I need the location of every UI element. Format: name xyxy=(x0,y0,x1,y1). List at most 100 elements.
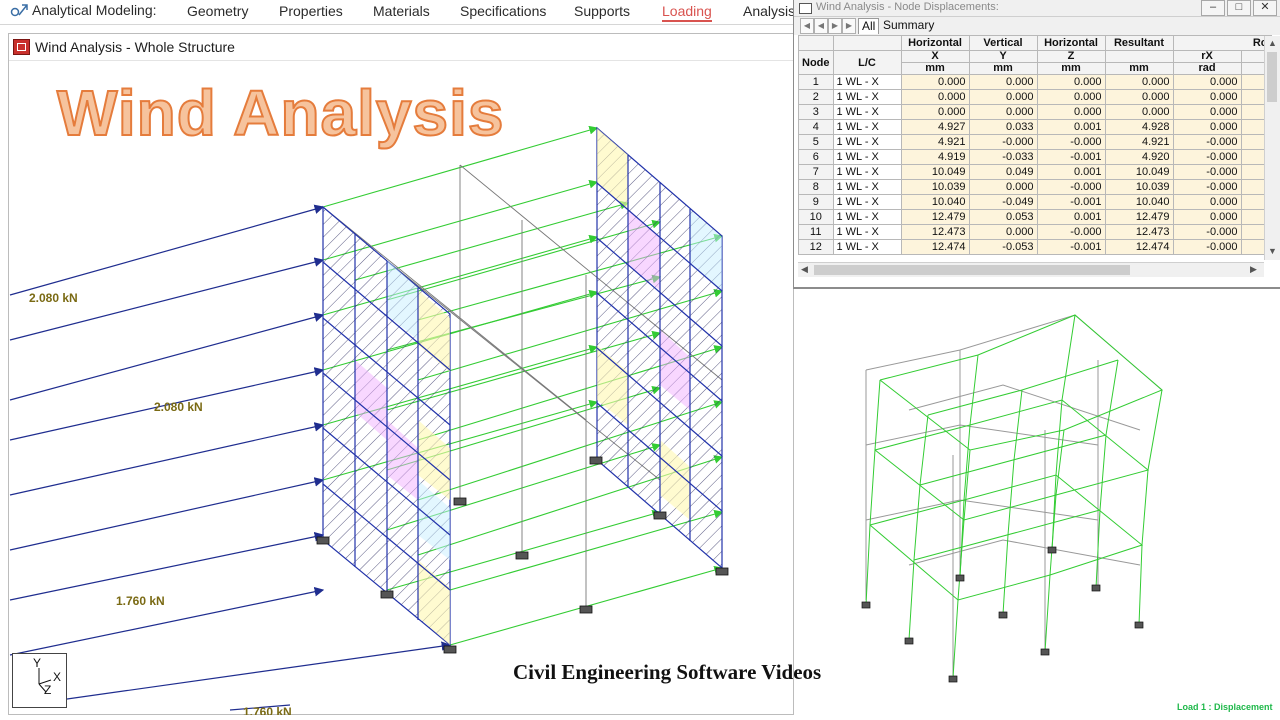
value-cell[interactable]: 12.479 xyxy=(1104,209,1174,225)
value-cell[interactable]: 0.000 xyxy=(968,74,1038,90)
value-cell[interactable]: 0.000 xyxy=(968,179,1038,195)
node-cell[interactable]: 1 xyxy=(798,74,834,90)
value-cell[interactable]: 4.927 xyxy=(900,119,970,135)
vertical-scroll-thumb[interactable] xyxy=(1267,52,1277,102)
value-cell[interactable]: 4.928 xyxy=(1104,119,1174,135)
value-cell[interactable]: 0.000 xyxy=(900,89,970,105)
node-displacement-window[interactable]: Wind Analysis - Node Displacements: – □ … xyxy=(793,0,1280,289)
node-cell[interactable]: 7 xyxy=(798,164,834,180)
value-cell[interactable]: 10.049 xyxy=(1104,164,1174,180)
value-cell[interactable]: 0.000 xyxy=(968,224,1038,240)
value-cell[interactable]: 10.040 xyxy=(1104,194,1174,210)
node-cell[interactable]: 10 xyxy=(798,209,834,225)
load-case-cell[interactable]: 1 WL - X xyxy=(832,209,902,225)
node-cell[interactable]: 11 xyxy=(798,224,834,240)
node-cell[interactable]: 4 xyxy=(798,119,834,135)
maximize-button[interactable]: □ xyxy=(1227,0,1251,16)
table-row[interactable]: 11 1 WL - X 12.473 0.000 -0.000 12.473 -0.000 xyxy=(798,224,1272,240)
value-cell[interactable]: -0.000 xyxy=(1036,134,1106,150)
load-case-cell[interactable]: 1 WL - X xyxy=(832,89,902,105)
load-case-cell[interactable]: 1 WL - X xyxy=(832,164,902,180)
value-cell[interactable]: 0.053 xyxy=(968,209,1038,225)
header-rotational[interactable]: Ro xyxy=(1172,35,1272,51)
first-tab-icon[interactable]: ◀ xyxy=(800,18,814,34)
value-cell[interactable]: 0.001 xyxy=(1036,119,1106,135)
scroll-up-icon[interactable]: ▲ xyxy=(1268,38,1277,48)
scroll-right-icon[interactable]: ▶ xyxy=(1250,264,1257,275)
value-cell[interactable]: 0.001 xyxy=(1036,209,1106,225)
horizontal-scroll-thumb[interactable] xyxy=(814,265,1130,275)
value-cell[interactable]: -0.001 xyxy=(1036,239,1106,255)
value-cell[interactable]: -0.000 xyxy=(1036,224,1106,240)
value-cell[interactable]: -0.049 xyxy=(968,194,1038,210)
table-row[interactable]: 21 WL - X 0.000 0.000 0.000 0.000 0.000 xyxy=(798,89,1272,105)
value-cell[interactable]: 4.919 xyxy=(900,149,970,165)
header-node[interactable]: Node xyxy=(798,50,834,75)
node-cell[interactable]: 8 xyxy=(798,179,834,195)
value-cell[interactable]: 0.000 xyxy=(1036,74,1106,90)
header-vertical-y[interactable]: Vertical xyxy=(968,35,1038,51)
load-case-cell[interactable]: 1 WL - X xyxy=(832,119,902,135)
value-cell[interactable]: -0.000 xyxy=(1172,134,1242,150)
tab-all[interactable]: All xyxy=(858,18,880,34)
value-cell[interactable]: 10.049 xyxy=(900,164,970,180)
value-cell[interactable]: 0.000 xyxy=(968,89,1038,105)
table-row[interactable]: 71 WL - X 10.049 0.049 0.001 10.049 -0.000 xyxy=(798,164,1272,180)
value-cell[interactable]: -0.000 xyxy=(1172,179,1242,195)
node-cell[interactable]: 5 xyxy=(798,134,834,150)
table-row[interactable]: 91 WL - X 10.040 -0.049 -0.001 10.040 0.000 xyxy=(798,194,1272,210)
scroll-left-icon[interactable]: ◀ xyxy=(801,264,808,275)
value-cell[interactable]: 0.000 xyxy=(1104,74,1174,90)
horizontal-scrollbar[interactable]: ◀ ▶ xyxy=(798,262,1264,277)
value-cell[interactable]: -0.001 xyxy=(1036,149,1106,165)
next-tab-icon[interactable]: ▶ xyxy=(828,18,842,34)
value-cell[interactable]: 4.921 xyxy=(1104,134,1174,150)
value-cell[interactable]: 12.479 xyxy=(900,209,970,225)
value-cell[interactable]: 4.920 xyxy=(1104,149,1174,165)
load-case-cell[interactable]: 1 WL - X xyxy=(832,134,902,150)
load-case-cell[interactable]: 1 WL - X xyxy=(832,74,902,90)
table-row[interactable]: 11 WL - X 0.000 0.000 0.000 0.000 0.000 xyxy=(798,74,1272,90)
vertical-scrollbar[interactable]: ▲ ▼ xyxy=(1264,36,1280,260)
value-cell[interactable]: 0.000 xyxy=(900,74,970,90)
scroll-down-icon[interactable]: ▼ xyxy=(1268,246,1277,256)
last-tab-icon[interactable]: ▶ xyxy=(842,18,856,34)
value-cell[interactable]: 0.000 xyxy=(1172,119,1242,135)
value-cell[interactable]: -0.000 xyxy=(968,134,1038,150)
minimize-button[interactable]: – xyxy=(1201,0,1225,16)
value-cell[interactable]: 0.000 xyxy=(1036,104,1106,120)
node-cell[interactable]: 3 xyxy=(798,104,834,120)
value-cell[interactable]: 0.000 xyxy=(1104,104,1174,120)
value-cell[interactable]: 0.001 xyxy=(1036,164,1106,180)
value-cell[interactable]: 12.474 xyxy=(1104,239,1174,255)
value-cell[interactable]: 0.000 xyxy=(900,104,970,120)
value-cell[interactable]: 0.000 xyxy=(1172,89,1242,105)
table-row[interactable]: 10 1 WL - X 12.479 0.053 0.001 12.479 0.000 xyxy=(798,209,1272,225)
value-cell[interactable]: 4.921 xyxy=(900,134,970,150)
value-cell[interactable]: 0.049 xyxy=(968,164,1038,180)
node-cell[interactable]: 9 xyxy=(798,194,834,210)
tab-summary[interactable]: Summary xyxy=(880,18,937,33)
value-cell[interactable]: -0.000 xyxy=(1036,179,1106,195)
close-button[interactable]: ✕ xyxy=(1253,0,1277,16)
prev-tab-icon[interactable]: ◀ xyxy=(814,18,828,34)
value-cell[interactable]: 12.473 xyxy=(1104,224,1174,240)
load-case-cell[interactable]: 1 WL - X xyxy=(832,149,902,165)
value-cell[interactable]: 10.040 xyxy=(900,194,970,210)
table-row[interactable]: 31 WL - X 0.000 0.000 0.000 0.000 0.000 xyxy=(798,104,1272,120)
value-cell[interactable]: 10.039 xyxy=(900,179,970,195)
table-row[interactable]: 12 1 WL - X 12.474 -0.053 -0.001 12.474 -0.000 xyxy=(798,239,1272,255)
table-row[interactable]: 51 WL - X 4.921 -0.000 -0.000 4.921 -0.000 xyxy=(798,134,1272,150)
value-cell[interactable]: 10.039 xyxy=(1104,179,1174,195)
value-cell[interactable]: 0.000 xyxy=(1172,209,1242,225)
value-cell[interactable]: -0.053 xyxy=(968,239,1038,255)
value-cell[interactable]: 0.000 xyxy=(968,104,1038,120)
value-cell[interactable]: -0.001 xyxy=(1036,194,1106,210)
value-cell[interactable]: 0.000 xyxy=(1172,194,1242,210)
value-cell[interactable]: 0.000 xyxy=(1036,89,1106,105)
load-case-cell[interactable]: 1 WL - X xyxy=(832,224,902,240)
load-case-cell[interactable]: 1 WL - X xyxy=(832,239,902,255)
value-cell[interactable]: 0.033 xyxy=(968,119,1038,135)
value-cell[interactable]: 0.000 xyxy=(1172,104,1242,120)
node-cell[interactable]: 6 xyxy=(798,149,834,165)
